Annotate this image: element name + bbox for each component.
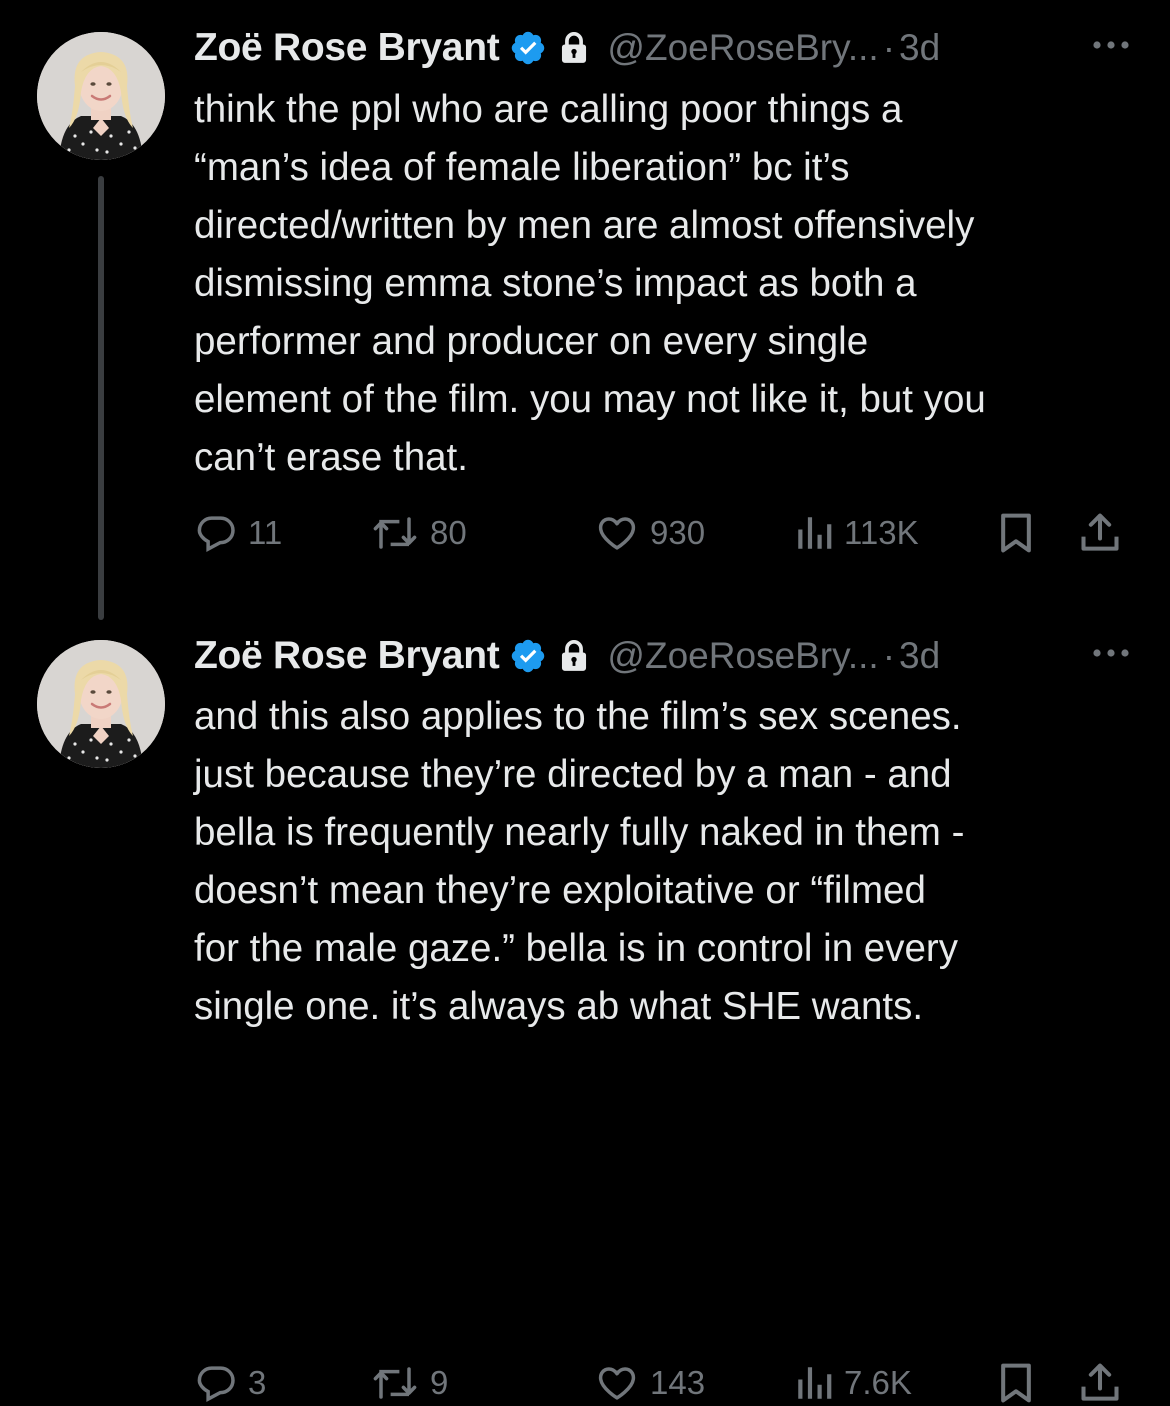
tweet-text-line: for the male gaze.” bella is in control … [194,927,958,970]
tweet[interactable]: Zoë Rose Bryant @ZoeRoseBry... · 3d and … [0,620,1170,1403]
separator-dot: · [882,635,896,676]
separator-dot: · [882,27,896,68]
tweet-header: Zoë Rose Bryant @ZoeRoseBry... · 3d [194,630,1134,682]
tweet-text-line: dismissing emma stone’s impact as both a [194,262,917,305]
tweet-text-line: performer and producer on every single [194,320,869,363]
like-count: 143 [650,1364,706,1401]
reply-icon [197,1366,235,1403]
tweet-timestamp[interactable]: 3d [899,635,940,677]
tweet-text-line: “man’s idea of female liberation” bc it’… [194,146,850,189]
repost-icon [373,517,417,549]
bookmark-button[interactable] [996,510,1036,556]
more-options-icon[interactable] [1088,30,1134,60]
author-handle[interactable]: @ZoeRoseBry... [607,27,878,69]
tweet-timestamp[interactable]: 3d [899,27,940,69]
views-icon [798,517,832,549]
author-display-name[interactable]: Zoë Rose Bryant [194,634,500,678]
repost-button[interactable]: 9 [370,1360,448,1406]
avatar[interactable] [37,32,165,160]
share-icon [1081,1363,1119,1401]
thread-connector-line [98,176,104,620]
repost-button[interactable]: 80 [370,510,467,556]
avatar-image [37,640,165,768]
tweet-header: Zoë Rose Bryant @ZoeRoseBry... · 3d [194,22,1134,74]
view-count: 113K [844,514,919,551]
tweet[interactable]: Zoë Rose Bryant @ZoeRoseBry... · 3d thin… [0,0,1170,620]
tweet-text-line: can’t erase that. [194,436,468,479]
tweet-text-line: just because they’re directed by a man -… [194,753,952,796]
reply-count: 3 [248,1364,267,1401]
author-handle[interactable]: @ZoeRoseBry... [607,635,878,677]
tweet-text-line: element of the film. you may not like it… [194,378,986,421]
tweet-text-line: directed/written by men are almost offen… [194,204,975,247]
views-icon [798,1367,832,1399]
tweet-text: and this also applies to the film’s sex … [194,688,1144,1036]
views-button[interactable]: 7.6K [794,1360,912,1406]
reply-button[interactable]: 11 [194,510,282,556]
like-count: 930 [650,514,706,551]
tweet-action-bar: 3 9 143 7.6K [194,1360,1134,1406]
tweet-text-line: single one. it’s always ab what SHE want… [194,985,924,1028]
share-icon [1081,513,1119,551]
views-button[interactable]: 113K [794,510,919,556]
share-button[interactable] [1078,510,1122,556]
like-button[interactable]: 143 [594,1360,705,1406]
author-display-name[interactable]: Zoë Rose Bryant [194,26,500,70]
like-button[interactable]: 930 [594,510,705,556]
repost-count: 9 [430,1364,449,1401]
lock-icon [562,640,587,671]
bookmark-button[interactable] [996,1360,1036,1406]
avatar-image [37,32,165,160]
tweet-text-line: bella is frequently nearly fully naked i… [194,811,965,854]
tweet-action-bar: 11 80 930 113K [194,510,1134,556]
avatar[interactable] [37,640,165,768]
repost-icon [373,1367,417,1399]
reply-count: 11 [248,514,283,551]
repost-count: 80 [430,514,467,551]
tweet-text-line: doesn’t mean they’re exploitative or “fi… [194,869,926,912]
reply-icon [197,516,235,553]
more-options-icon[interactable] [1088,638,1134,668]
share-button[interactable] [1078,1360,1122,1406]
view-count: 7.6K [844,1364,912,1401]
bookmark-icon [1001,1363,1031,1403]
tweet-text-line: and this also applies to the film’s sex … [194,695,962,738]
verified-badge-icon[interactable] [509,29,547,67]
heart-icon [598,1367,636,1400]
reply-button[interactable]: 3 [194,1360,266,1406]
lock-icon [562,32,587,63]
verified-badge-icon[interactable] [509,637,547,675]
bookmark-icon [1001,513,1031,553]
tweet-text: think the ppl who are calling poor thing… [194,81,1144,487]
tweet-text-line: think the ppl who are calling poor thing… [194,88,903,131]
heart-icon [598,517,636,550]
